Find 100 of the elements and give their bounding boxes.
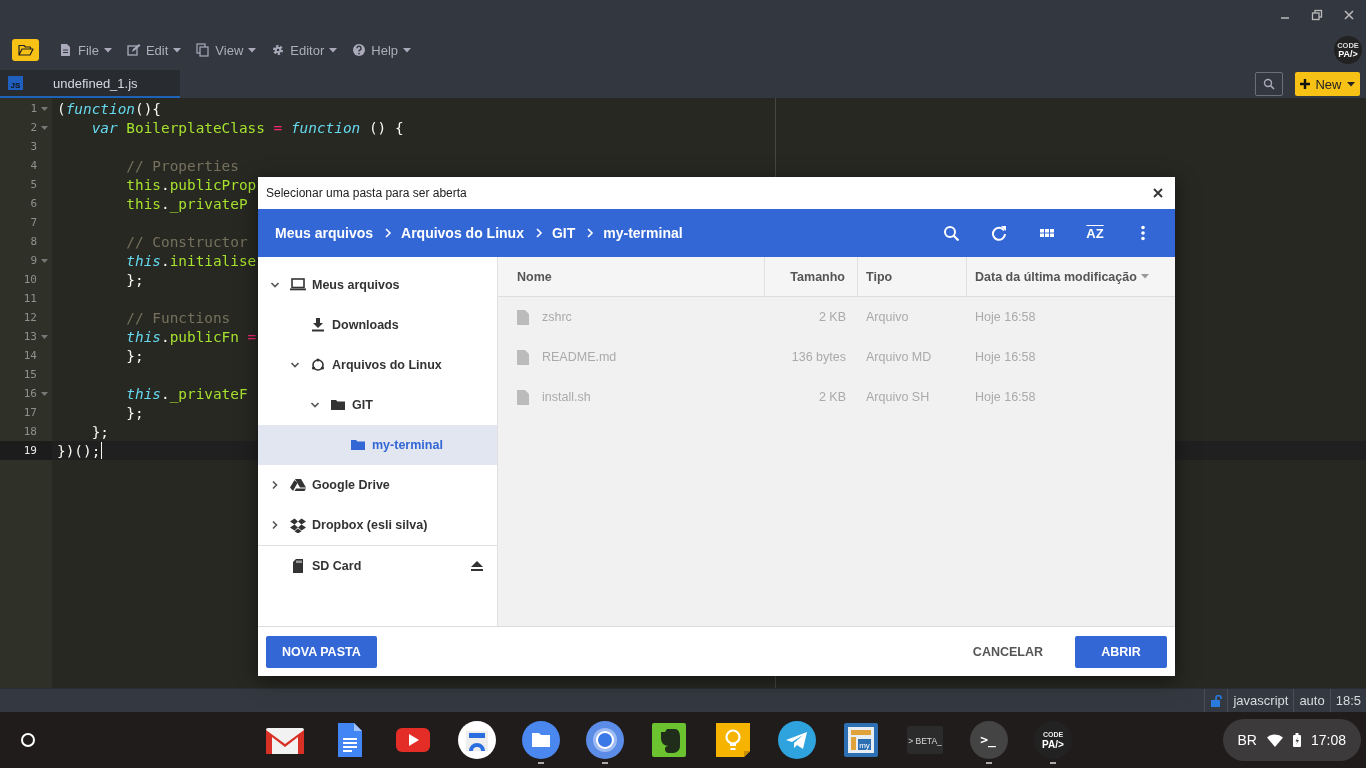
new-button[interactable]: New — [1295, 72, 1360, 96]
text-cursor — [101, 442, 103, 459]
launcher-icon[interactable] — [20, 732, 36, 748]
laptop-icon — [290, 277, 306, 293]
chevron-down-icon[interactable] — [270, 280, 280, 290]
files-app-icon[interactable] — [521, 720, 562, 760]
code-line: }; — [125, 347, 144, 364]
menu-button[interactable]: File — [59, 42, 112, 58]
line-number: 17 — [22, 406, 37, 419]
status-tray[interactable]: BR 17:08 — [1222, 719, 1361, 761]
file-size: 2 KB — [817, 390, 847, 404]
fold-icon[interactable] — [41, 334, 48, 339]
file-name: install.sh — [542, 390, 591, 404]
column-header[interactable]: Nome — [498, 257, 765, 296]
line-number: 2 — [29, 121, 37, 134]
line-number: 3 — [29, 140, 37, 153]
menu-button[interactable]: Edit — [126, 42, 182, 58]
column-header[interactable]: Data da última modificação — [967, 257, 1175, 296]
breadcrumb-link[interactable]: GIT — [551, 225, 576, 241]
nav-item[interactable]: Dropbox (esli silva) — [258, 505, 497, 545]
unlock-icon[interactable] — [1210, 694, 1223, 707]
code-line: }; — [90, 423, 109, 440]
webstore-app-icon[interactable] — [457, 720, 498, 760]
file-name: zshrc — [542, 310, 572, 324]
folder-icon — [350, 437, 366, 453]
file-type: Arquivo SH — [865, 390, 931, 404]
nav-item[interactable]: Meus arquivos — [258, 265, 497, 305]
column-header[interactable]: Tamanho — [765, 257, 858, 296]
nav-item[interactable]: my-terminal — [258, 425, 497, 465]
refresh-icon — [991, 225, 1007, 241]
sd-card-icon — [290, 557, 306, 574]
nav-item[interactable]: SD Card — [258, 545, 497, 585]
chevron-down-icon[interactable] — [310, 400, 320, 410]
caret-icon — [329, 47, 338, 53]
clock: 17:08 — [1310, 732, 1346, 748]
fold-icon[interactable] — [41, 258, 48, 263]
nav-item[interactable]: Downloads — [258, 305, 497, 345]
file-date: Hoje 16:58 — [974, 390, 1037, 404]
help-icon — [352, 43, 367, 57]
open-button[interactable]: ABRIR — [1075, 635, 1167, 668]
battery-icon — [1292, 733, 1301, 747]
line-number: 5 — [29, 178, 37, 191]
line-number: 7 — [29, 216, 37, 229]
code-line: // Properties — [125, 157, 239, 174]
maximize-icon[interactable] — [1311, 9, 1323, 21]
chevron-down-icon[interactable] — [290, 360, 300, 370]
terminal-app-icon[interactable]: >_ — [969, 720, 1010, 760]
sort-button[interactable]: AZ — [1071, 215, 1119, 251]
open-folder-button[interactable] — [12, 39, 39, 61]
file-icon — [517, 349, 529, 365]
telegram-app-icon[interactable] — [777, 720, 818, 760]
eject-icon[interactable] — [471, 560, 483, 571]
menu-button[interactable]: Editor — [271, 42, 338, 58]
caret-icon — [173, 47, 182, 53]
chevron-right-icon[interactable] — [270, 480, 280, 490]
fold-icon[interactable] — [41, 125, 48, 130]
search-button[interactable] — [1255, 72, 1283, 96]
fold-icon[interactable] — [41, 391, 48, 396]
line-number: 11 — [22, 292, 37, 305]
fold-icon[interactable] — [41, 106, 48, 111]
code-line: this._privateP — [125, 195, 248, 212]
cancel-button[interactable]: CANCELAR — [972, 644, 1043, 659]
file-size: 136 bytes — [790, 350, 847, 364]
code-line: // Functions — [125, 309, 231, 326]
column-header[interactable]: Tipo — [858, 257, 967, 296]
close-icon — [1153, 188, 1163, 198]
folder-open-icon — [17, 44, 34, 56]
new-folder-button[interactable]: NOVA PASTA — [266, 635, 377, 668]
file-date: Hoje 16:58 — [974, 350, 1037, 364]
code-line: })(); — [57, 442, 101, 459]
nav-item[interactable]: Arquivos do Linux — [258, 345, 497, 385]
close-button[interactable] — [1151, 186, 1165, 200]
close-icon[interactable] — [1343, 9, 1355, 21]
code-line: this.initialise — [125, 252, 257, 269]
keyboard-layout: BR — [1237, 732, 1257, 748]
search-icon — [943, 225, 959, 241]
breadcrumb-link[interactable]: Arquivos do Linux — [401, 225, 524, 241]
editor-tab[interactable]: JS undefined_1.js — [0, 70, 180, 98]
chrome-app-icon[interactable] — [585, 720, 626, 760]
menu-button[interactable]: View — [196, 42, 257, 58]
caret-icon — [1346, 81, 1355, 87]
menu-button[interactable]: Help — [352, 42, 412, 58]
caret-icon — [403, 47, 412, 53]
file-type: Arquivo — [865, 310, 910, 324]
line-number: 18 — [22, 425, 37, 438]
file-size: 2 KB — [817, 310, 847, 324]
chevron-right-icon[interactable] — [270, 520, 280, 530]
drive-icon — [290, 477, 306, 493]
code-line: this.publicFn = — [125, 328, 257, 345]
breadcrumb-link[interactable]: my-terminal — [603, 225, 683, 241]
nav-item[interactable]: GIT — [258, 385, 497, 425]
line-number: 4 — [29, 159, 37, 172]
chevron-icon — [534, 228, 543, 238]
breadcrumb-link[interactable]: Meus arquivos — [275, 225, 374, 241]
chevron-icon — [384, 228, 393, 238]
line-number: 12 — [22, 311, 37, 324]
nav-item[interactable]: Google Drive — [258, 465, 497, 505]
file-icon — [517, 309, 529, 325]
settings-icon — [271, 43, 286, 57]
dropbox-icon — [290, 517, 306, 533]
